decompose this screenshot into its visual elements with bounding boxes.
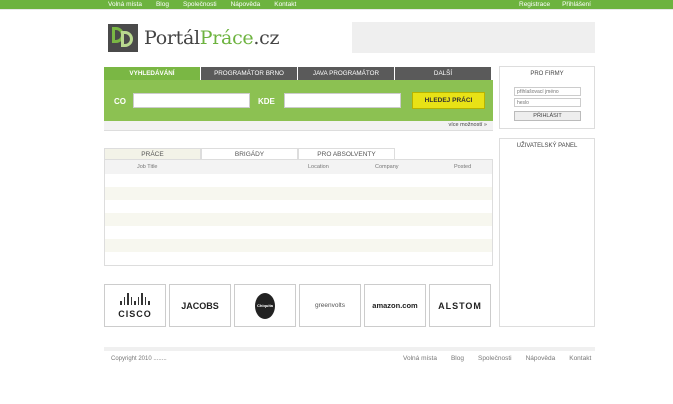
- what-input[interactable]: [133, 93, 250, 108]
- password-field[interactable]: [514, 98, 581, 107]
- job-list: Job Title Location Company Posted: [104, 159, 493, 266]
- top-nav: Volná místa Blog Společnosti Nápověda Ko…: [108, 0, 310, 9]
- kde-label: KDE: [258, 97, 275, 106]
- job-tabs: PRÁCE BRIGÁDY PRO ABSOLVENTY: [104, 148, 395, 159]
- top-nav-jobs-link[interactable]: Volná místa: [108, 0, 142, 9]
- copyright: Copyright 2010 ........: [111, 356, 167, 362]
- column-location[interactable]: Location: [308, 160, 329, 174]
- cisco-bars-icon: [120, 292, 150, 305]
- table-row: [105, 252, 492, 265]
- search-panel: CO KDE HLEDEJ PRÁCI: [104, 80, 493, 121]
- footer-companies-link[interactable]: Společnosti: [478, 355, 512, 362]
- cisco-logo[interactable]: CISCO: [104, 284, 166, 327]
- column-company[interactable]: Company: [375, 160, 399, 174]
- footer-help-link[interactable]: Nápověda: [526, 355, 556, 362]
- footer-nav: Volná místa Blog Společnosti Nápověda Ko…: [403, 355, 605, 362]
- table-row: [105, 213, 492, 226]
- tab-part-time[interactable]: BRIGÁDY: [201, 148, 298, 159]
- top-nav-blog-link[interactable]: Blog: [156, 0, 169, 9]
- top-nav-contact-link[interactable]: Kontakt: [274, 0, 296, 9]
- table-row: [105, 187, 492, 200]
- login-button[interactable]: PŘIHLÁSIT: [514, 111, 581, 121]
- search-tabs: VYHLEDÁVÁNÍ PROGRAMÁTOR BRNO JAVA PROGRA…: [104, 67, 493, 80]
- register-link[interactable]: Registrace: [519, 0, 550, 9]
- partner-logos: CISCO JACOBS Chiquita greenvolts amazon.…: [104, 284, 494, 327]
- where-input[interactable]: [284, 93, 401, 108]
- top-nav-companies-link[interactable]: Společnosti: [183, 0, 217, 9]
- co-label: CO: [114, 97, 126, 106]
- table-row: [105, 239, 492, 252]
- firms-login-box: PRO FIRMY PŘIHLÁSIT: [499, 66, 595, 129]
- footer-blog-link[interactable]: Blog: [451, 355, 464, 362]
- login-link[interactable]: Přihlášení: [562, 0, 591, 9]
- logo-text: PortálPráce.cz: [144, 27, 280, 49]
- user-panel-title: UŽIVATELSKÝ PANEL: [516, 143, 578, 149]
- greenvolts-logo[interactable]: greenvolts: [299, 284, 361, 327]
- more-options-link[interactable]: více možností »: [448, 122, 487, 128]
- search-button[interactable]: HLEDEJ PRÁCI: [412, 92, 485, 109]
- alstom-logo[interactable]: ALSTOM: [429, 284, 491, 327]
- logo-icon: [108, 24, 138, 52]
- account-nav: Registrace Přihlášení: [519, 0, 603, 9]
- table-row: [105, 200, 492, 213]
- footer-divider: [104, 347, 595, 351]
- amazon-logo[interactable]: amazon.com: [364, 284, 426, 327]
- job-list-header: Job Title Location Company Posted: [105, 160, 492, 174]
- tab-more[interactable]: DALŠÍ: [395, 67, 492, 80]
- tab-search[interactable]: VYHLEDÁVÁNÍ: [104, 67, 201, 80]
- search-panel-footer: více možností »: [104, 121, 493, 131]
- site-logo[interactable]: PortálPráce.cz: [108, 22, 298, 54]
- user-panel: UŽIVATELSKÝ PANEL: [499, 138, 595, 327]
- username-field[interactable]: [514, 87, 581, 96]
- top-nav-help-link[interactable]: Nápověda: [231, 0, 261, 9]
- footer-jobs-link[interactable]: Volná místa: [403, 355, 437, 362]
- table-row: [105, 174, 492, 187]
- table-row: [105, 226, 492, 239]
- firms-title: PRO FIRMY: [530, 71, 564, 77]
- column-job-title[interactable]: Job Title: [137, 160, 157, 174]
- tab-java-programmer[interactable]: JAVA PROGRAMÁTOR: [298, 67, 395, 80]
- jacobs-logo[interactable]: JACOBS: [169, 284, 231, 327]
- footer-contact-link[interactable]: Kontakt: [569, 355, 591, 362]
- column-posted[interactable]: Posted: [454, 160, 471, 174]
- tab-graduates[interactable]: PRO ABSOLVENTY: [298, 148, 395, 159]
- tab-programmer-brno[interactable]: PROGRAMÁTOR BRNO: [201, 67, 298, 80]
- top-bar-divider: [0, 9, 673, 10]
- chiquita-logo[interactable]: Chiquita: [234, 284, 296, 327]
- banner-placeholder: [352, 22, 595, 53]
- tab-jobs[interactable]: PRÁCE: [104, 148, 201, 159]
